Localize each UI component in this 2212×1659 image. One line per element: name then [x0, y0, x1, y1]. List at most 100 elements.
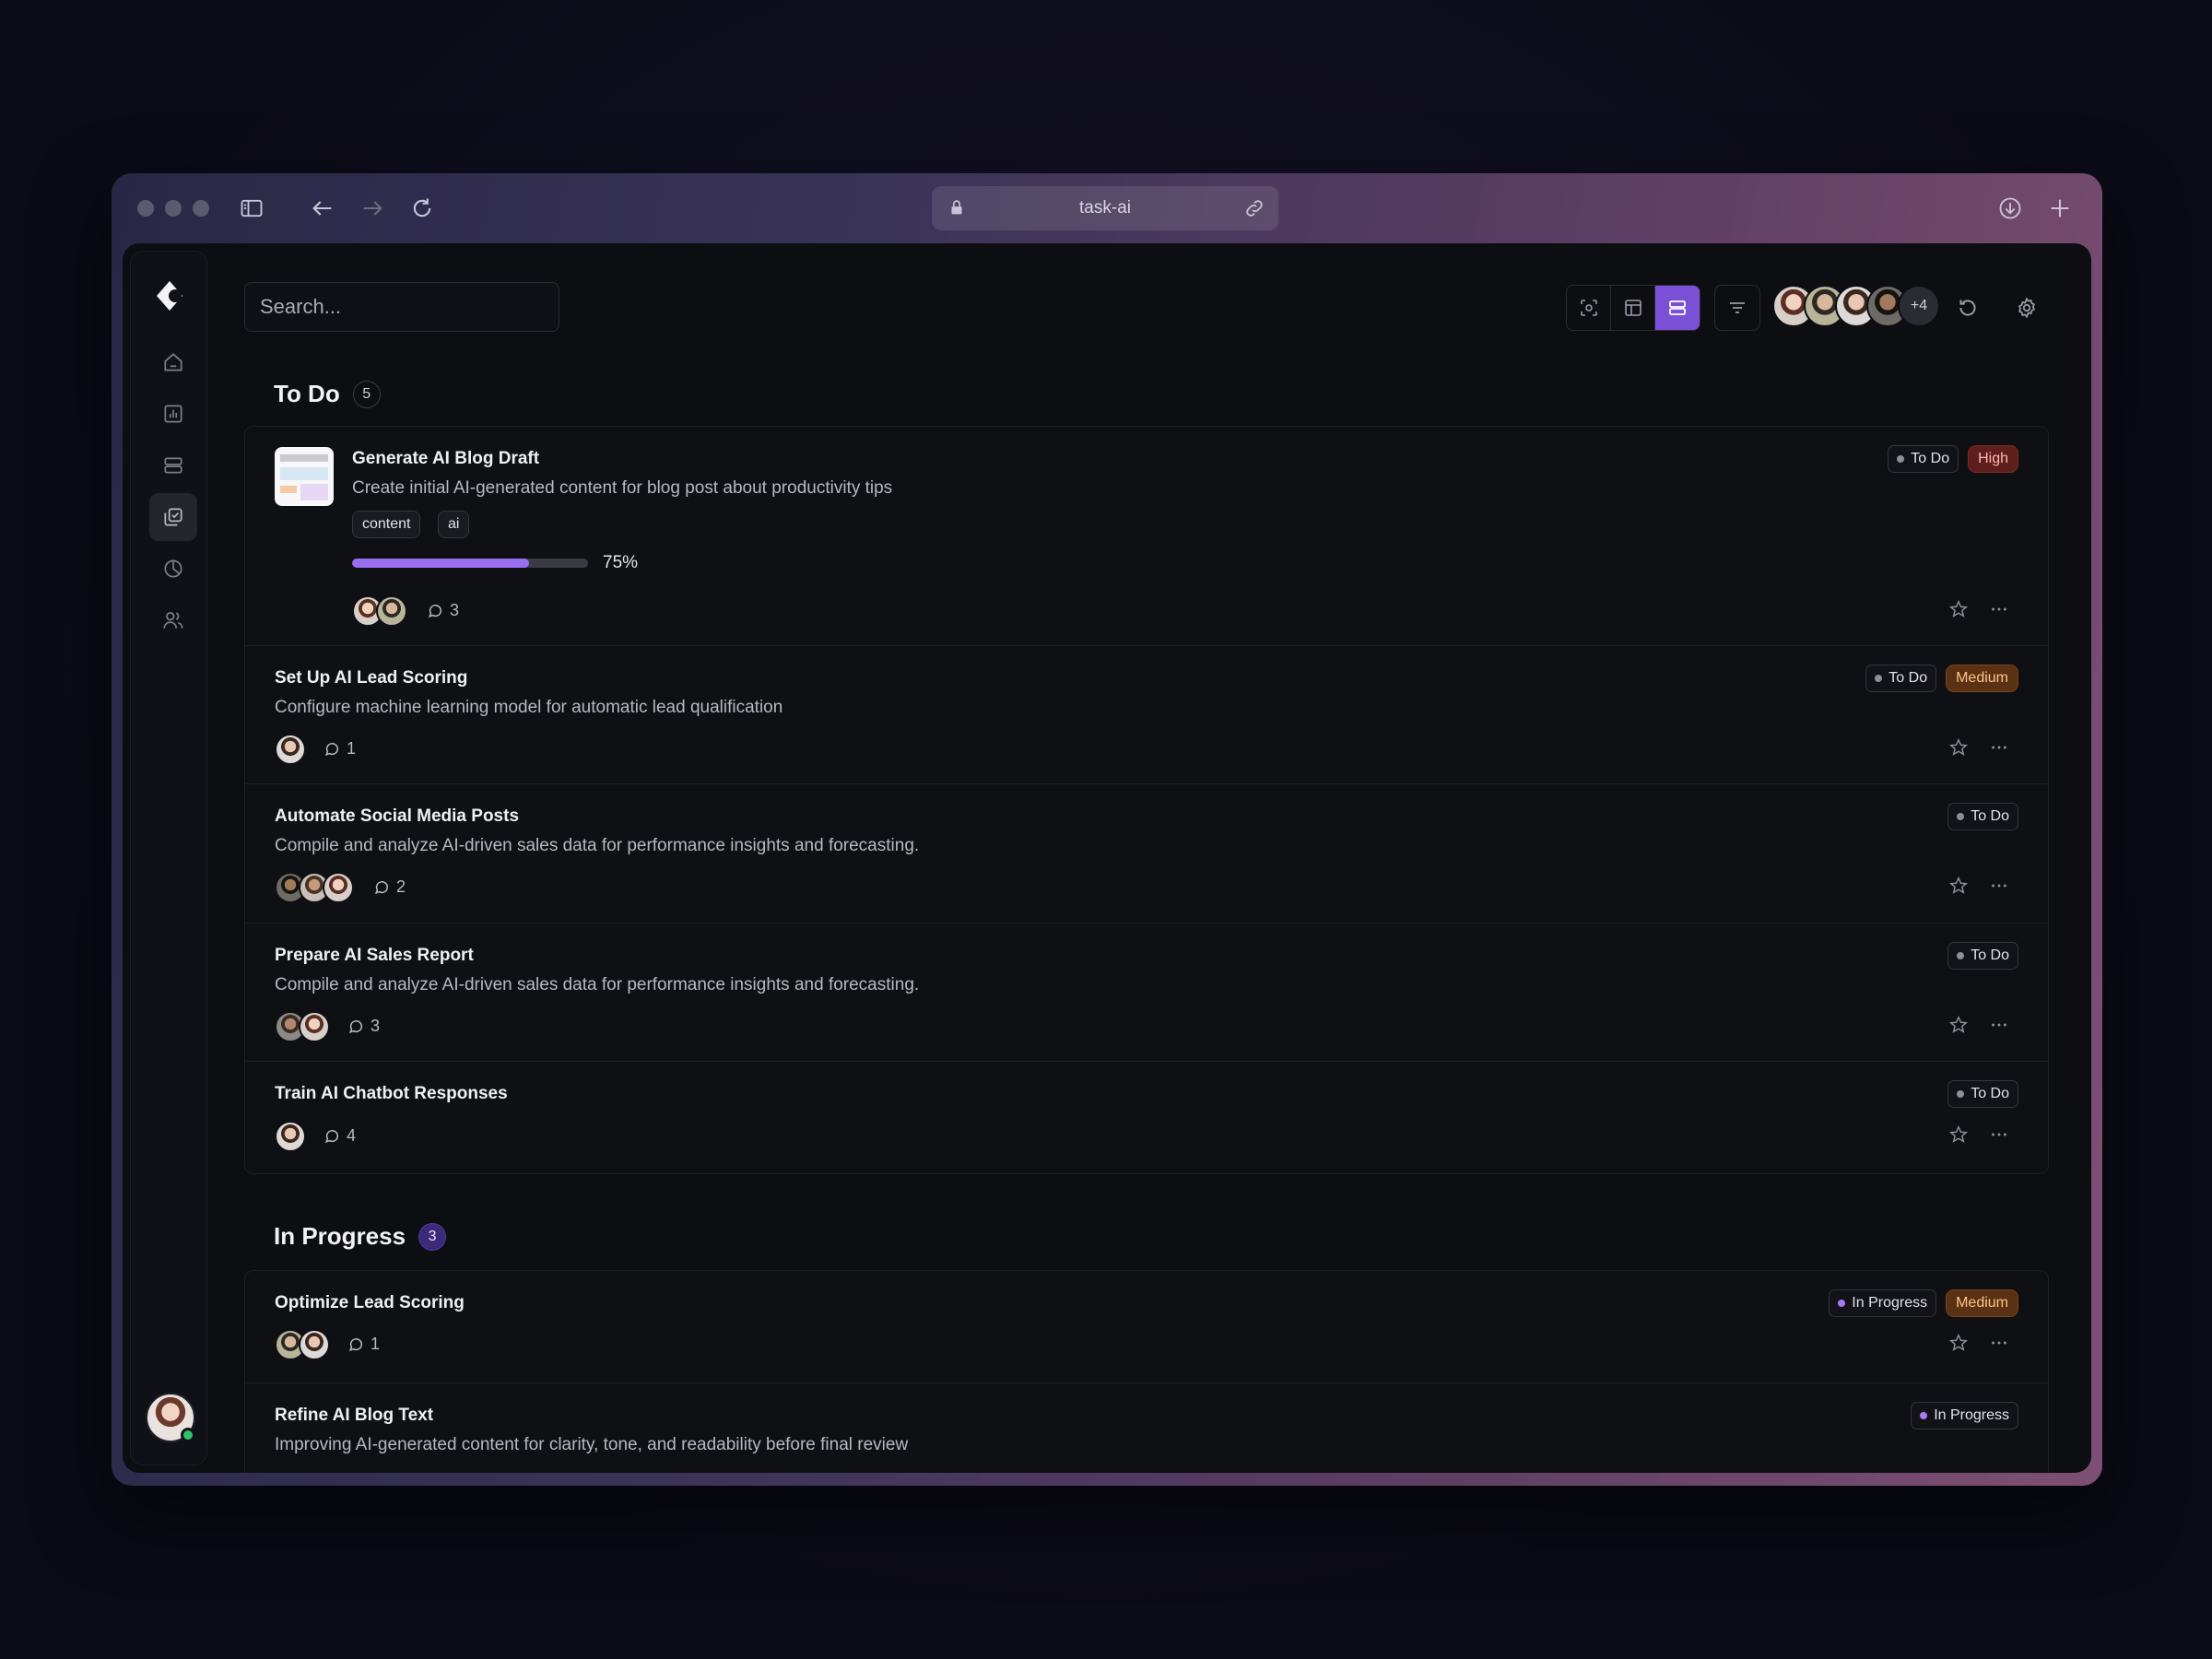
assignee-avatar[interactable]: [323, 872, 354, 903]
minimize-window-button[interactable]: [165, 200, 182, 217]
settings-gear-icon[interactable]: [2008, 289, 2045, 326]
more-options-icon[interactable]: [1987, 1123, 2011, 1147]
app-logo-icon[interactable]: [151, 277, 188, 314]
assignee-avatar[interactable]: [376, 595, 407, 627]
list-view-button[interactable]: [1655, 286, 1700, 330]
status-pill[interactable]: To Do: [1947, 1080, 2018, 1108]
assignee-avatar[interactable]: [275, 734, 306, 765]
download-icon[interactable]: [1994, 193, 2026, 224]
status-pill[interactable]: To Do: [1888, 445, 1959, 473]
comment-count[interactable]: 1: [323, 739, 356, 759]
star-icon[interactable]: [1947, 597, 1971, 621]
section-count-badge: 3: [418, 1222, 447, 1251]
history-icon[interactable]: [1949, 289, 1986, 326]
row-actions: [1947, 1013, 2011, 1037]
status-pill[interactable]: To Do: [1947, 803, 2018, 830]
task-description: Configure machine learning model for aut…: [275, 698, 783, 717]
reload-icon[interactable]: [406, 193, 438, 224]
task-assignees[interactable]: [275, 734, 306, 765]
task-title[interactable]: Automate Social Media Posts: [275, 806, 519, 827]
task-row[interactable]: Automate Social Media Posts Compile and …: [245, 784, 2048, 924]
more-options-icon[interactable]: [1987, 735, 2011, 759]
more-members-badge[interactable]: +4: [1898, 285, 1940, 327]
search-input[interactable]: [244, 282, 559, 332]
lock-icon: [951, 200, 962, 215]
more-options-icon[interactable]: [1987, 1331, 2011, 1355]
section-title: To Do: [274, 380, 340, 407]
nav-home[interactable]: [149, 338, 197, 386]
task-tag[interactable]: ai: [438, 511, 470, 538]
home-icon: [164, 353, 182, 371]
address-bar[interactable]: task-ai: [932, 186, 1278, 230]
status-pill[interactable]: To Do: [1865, 665, 1937, 692]
row-actions: [1947, 735, 2011, 759]
more-options-icon[interactable]: [1987, 1013, 2011, 1037]
browser-chrome: task-ai: [112, 173, 2102, 243]
task-assignees[interactable]: [275, 1329, 330, 1360]
nav-analytics[interactable]: [149, 390, 197, 438]
priority-badge[interactable]: High: [1968, 445, 2018, 473]
nav-reports[interactable]: [149, 545, 197, 593]
task-row[interactable]: Set Up AI Lead Scoring Configure machine…: [245, 646, 2048, 784]
team-avatars[interactable]: +4: [1772, 285, 1940, 327]
priority-badge[interactable]: Medium: [1946, 1289, 2018, 1317]
task-row[interactable]: Generate AI Blog Draft Create initial AI…: [245, 427, 2048, 646]
forward-arrow-icon[interactable]: [357, 193, 388, 224]
task-assignees[interactable]: [275, 1121, 306, 1152]
task-title[interactable]: Refine AI Blog Text: [275, 1406, 433, 1426]
status-pill[interactable]: To Do: [1947, 942, 2018, 970]
assignee-avatar[interactable]: [299, 1329, 330, 1360]
status-pill[interactable]: In Progress: [1829, 1289, 1937, 1317]
task-title[interactable]: Train AI Chatbot Responses: [275, 1084, 508, 1104]
assignee-avatar[interactable]: [275, 1121, 306, 1152]
focus-view-button[interactable]: [1567, 286, 1611, 330]
task-row[interactable]: Prepare AI Sales Report Compile and anal…: [245, 924, 2048, 1062]
new-tab-icon[interactable]: [2044, 193, 2076, 224]
nav-tasks[interactable]: [149, 493, 197, 541]
comment-count[interactable]: 3: [426, 601, 459, 620]
task-description: Compile and analyze AI-driven sales data…: [275, 975, 920, 994]
table-view-button[interactable]: [1611, 286, 1655, 330]
task-title[interactable]: Set Up AI Lead Scoring: [275, 668, 467, 688]
comment-count[interactable]: 1: [347, 1335, 380, 1354]
star-icon[interactable]: [1947, 1123, 1971, 1147]
task-assignees[interactable]: [352, 595, 407, 627]
section-title: In Progress: [274, 1222, 406, 1250]
task-title[interactable]: Optimize Lead Scoring: [275, 1293, 465, 1313]
filter-button[interactable]: [1714, 285, 1760, 331]
star-icon[interactable]: [1947, 1013, 1971, 1037]
task-tag[interactable]: content: [352, 511, 421, 538]
close-window-button[interactable]: [137, 200, 154, 217]
comment-count-value: 3: [450, 601, 460, 619]
todo-task-list: Generate AI Blog Draft Create initial AI…: [244, 426, 2049, 1174]
more-options-icon[interactable]: [1987, 874, 2011, 898]
comment-count[interactable]: 3: [347, 1017, 380, 1036]
sidebar-toggle-icon[interactable]: [236, 193, 267, 224]
assignee-avatar[interactable]: [299, 1011, 330, 1042]
star-icon[interactable]: [1947, 874, 1971, 898]
status-pill[interactable]: In Progress: [1911, 1402, 2018, 1430]
priority-badge[interactable]: Medium: [1946, 665, 2018, 692]
back-arrow-icon[interactable]: [307, 193, 338, 224]
nav-team[interactable]: [149, 596, 197, 644]
task-assignees[interactable]: [275, 1011, 330, 1042]
task-badges: To Do Medium: [1865, 665, 2018, 692]
star-icon[interactable]: [1947, 735, 1971, 759]
status-label: In Progress: [1852, 1295, 1928, 1311]
task-row[interactable]: Train AI Chatbot Responses 4 To Do: [245, 1062, 2048, 1173]
task-assignees[interactable]: [275, 872, 354, 903]
star-icon[interactable]: [1947, 1331, 1971, 1355]
zoom-window-button[interactable]: [193, 200, 209, 217]
user-avatar[interactable]: [146, 1393, 195, 1442]
more-options-icon[interactable]: [1987, 597, 2011, 621]
task-row[interactable]: Optimize Lead Scoring 1 In Progress Medi…: [245, 1271, 2048, 1383]
task-title[interactable]: Prepare AI Sales Report: [275, 946, 474, 966]
comment-count[interactable]: 2: [372, 877, 406, 897]
app-content: +4 To Do 5 Generate AI Blog Draft Create…: [123, 243, 2091, 1473]
comment-count[interactable]: 4: [323, 1126, 356, 1146]
task-title[interactable]: Generate AI Blog Draft: [352, 449, 539, 469]
task-row[interactable]: Refine AI Blog Text Improving AI-generat…: [245, 1383, 2048, 1473]
comment-count-value: 2: [396, 877, 406, 896]
nav-boards[interactable]: [149, 441, 197, 489]
link-icon[interactable]: [1243, 197, 1265, 219]
